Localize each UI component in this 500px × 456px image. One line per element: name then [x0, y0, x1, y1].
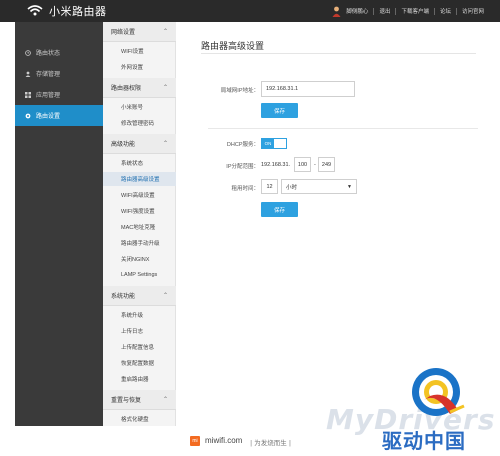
sidebar-item-label: 路由状态	[36, 51, 61, 57]
submenu-item-mi-account[interactable]: 小米账号	[103, 100, 176, 114]
top-nav: 脚侧鹏心 退出 下载客户端 论坛 访问官网	[331, 4, 486, 18]
dhcp-label: DHCP服务：	[226, 142, 259, 148]
logout-link[interactable]: 退出	[377, 7, 392, 15]
lan-ip-input[interactable]: 192.168.31.1	[261, 81, 355, 97]
ip-range-prefix: 192.168.31.	[261, 162, 291, 168]
dhcp-toggle[interactable]: ON	[261, 138, 287, 149]
submenu-item-restore-config[interactable]: 恢复配置数据	[103, 356, 176, 370]
submenu-item-upload-log[interactable]: 上传日志	[103, 324, 176, 338]
nav-divider	[373, 7, 375, 15]
gear-icon	[25, 113, 31, 119]
submenu-item-wan-settings[interactable]: 外网设置	[103, 60, 176, 74]
sidebar: 路由状态 存储管理 应用管理 路由设置	[15, 22, 109, 426]
submenu-item-upload-config[interactable]: 上传配置信息	[103, 340, 176, 354]
section-title: 重置与恢复	[111, 398, 142, 404]
watermark-cn: 驱动中国	[382, 429, 466, 453]
clock-icon	[25, 49, 31, 56]
nav-divider	[395, 7, 397, 15]
sidebar-item-apps[interactable]: 应用管理	[15, 84, 103, 105]
dhcp-save-button[interactable]: 保存	[261, 202, 298, 217]
forum-link[interactable]: 论坛	[438, 7, 453, 15]
user-name-link[interactable]: 脚侧鹏心	[344, 7, 370, 15]
submenu-item-close-nginx[interactable]: 关闭NGINX	[103, 252, 176, 266]
lan-save-button[interactable]: 保存	[261, 103, 298, 118]
download-client-link[interactable]: 下载客户端	[399, 7, 431, 15]
chevron-up-icon: ⌃	[162, 397, 168, 403]
submenu-item-manual-upgrade[interactable]: 路由器手动升级	[103, 236, 176, 250]
lease-unit-value: 小时	[286, 184, 298, 191]
submenu-section-reset[interactable]: 重置与恢复 ⌃	[103, 390, 176, 410]
section-title: 高级功能	[111, 142, 136, 148]
grid-icon	[25, 91, 31, 98]
section-divider	[208, 128, 478, 129]
footer-domain[interactable]: miwifi.com	[205, 436, 242, 445]
submenu-item-mac-clone[interactable]: MAC地址克隆	[103, 220, 176, 234]
submenu-section-system[interactable]: 系统功能 ⌃	[103, 286, 176, 306]
sidebar-item-router-status[interactable]: 路由状态	[15, 42, 103, 63]
brand[interactable]: 小米路由器	[27, 3, 107, 19]
user-avatar-icon[interactable]	[331, 5, 341, 17]
watermark-logo	[402, 362, 472, 424]
submenu-section-permissions[interactable]: 路由器权限 ⌃	[103, 78, 176, 98]
page-title: 路由器高级设置	[201, 41, 265, 51]
submenu-section-network[interactable]: 网络设置 ⌃	[103, 22, 176, 42]
wifi-logo-icon	[27, 4, 43, 18]
official-site-link[interactable]: 访问官网	[460, 7, 486, 15]
ip-range-label: IP分配范围：	[226, 164, 259, 170]
lease-time-label: 租用时间：	[231, 186, 259, 192]
chevron-up-icon: ⌃	[162, 85, 168, 91]
sidebar-item-label: 应用管理	[36, 93, 61, 99]
nav-divider	[433, 7, 435, 15]
sidebar-item-label: 路由设置	[36, 114, 61, 120]
submenu-item-system-upgrade[interactable]: 系统升级	[103, 308, 176, 322]
chevron-up-icon: ⌃	[162, 141, 168, 147]
ip-range-start-input[interactable]: 100	[294, 157, 311, 172]
mi-logo: mi	[190, 436, 200, 446]
submenu-section-advanced[interactable]: 高级功能 ⌃	[103, 134, 176, 154]
lease-time-input[interactable]: 12	[261, 179, 278, 194]
submenu-item-format-disk[interactable]: 格式化硬盘	[103, 412, 176, 426]
submenu-item-wifi-settings[interactable]: WIFI设置	[103, 44, 176, 58]
title-divider	[201, 53, 476, 54]
sidebar-item-storage[interactable]: 存储管理	[15, 63, 103, 84]
submenu-item-wifi-strength[interactable]: WIFI强度设置	[103, 204, 176, 218]
nav-divider	[455, 7, 457, 15]
footer-slogan: | 为发烧而生 |	[250, 439, 292, 447]
dropdown-arrow-icon: ▼	[347, 184, 352, 190]
lan-ip-label: 局域网IP地址：	[220, 88, 259, 94]
chevron-up-icon: ⌃	[162, 29, 168, 35]
ip-range-separator: -	[314, 162, 316, 168]
submenu-item-router-advanced[interactable]: 路由器高级设置	[103, 172, 176, 186]
sidebar-item-router-settings[interactable]: 路由设置	[15, 105, 109, 126]
section-title: 网络设置	[111, 30, 136, 36]
settings-submenu: 网络设置 ⌃ WIFI设置 外网设置 路由器权限 ⌃ 小米账号 修改管理密码 高…	[103, 22, 176, 426]
submenu-item-wifi-advanced[interactable]: WIFI高级设置	[103, 188, 176, 202]
submenu-item-reboot[interactable]: 重启路由器	[103, 372, 176, 386]
ip-range-end-input[interactable]: 249	[318, 157, 335, 172]
top-bar: 小米路由器 脚侧鹏心 退出 下载客户端 论坛 访问官网	[0, 0, 500, 22]
submenu-item-change-password[interactable]: 修改管理密码	[103, 116, 176, 130]
section-title: 路由器权限	[111, 86, 142, 92]
section-title: 系统功能	[111, 294, 136, 300]
lease-unit-select[interactable]: 小时 ▼	[281, 179, 357, 194]
user-icon	[25, 71, 31, 77]
submenu-item-system-status[interactable]: 系统状态	[103, 156, 176, 170]
app-title: 小米路由器	[49, 6, 107, 18]
chevron-up-icon: ⌃	[162, 293, 168, 299]
toggle-on-label: ON	[262, 139, 274, 148]
submenu-item-lamp-settings[interactable]: LAMP Settings	[103, 268, 176, 282]
sidebar-item-label: 存储管理	[36, 72, 61, 78]
